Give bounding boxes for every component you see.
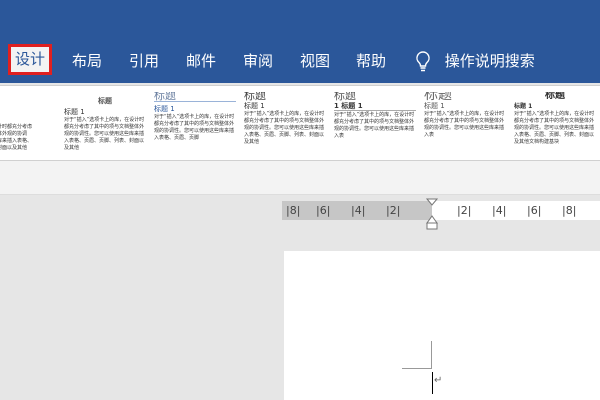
- tab-mailings[interactable]: 邮件: [186, 48, 216, 74]
- tab-review[interactable]: 审阅: [243, 48, 273, 74]
- style-set-1[interactable]: 标题标题 1 对于“插入”选项卡上的库，在设计时都充分考虑了其中的项与文档整体外观…: [64, 92, 146, 160]
- indent-marker-handle[interactable]: [426, 198, 438, 230]
- style-set-gallery: 选项卡上的库，在设计时都充分考虑了其中的项与文档整体外观的协调性。您可以使用这些…: [0, 85, 600, 161]
- style-set-6[interactable]: 标题标题 1 对于“插入”选项卡上的库，在设计时都充分考虑了其中的项与文档整体外观…: [514, 92, 596, 160]
- ruler-label: |2|: [457, 204, 472, 217]
- style-set-0[interactable]: 选项卡上的库，在设计时都充分考虑了其中的项与文档整体外观的协调性。您可以使用这些…: [0, 92, 34, 160]
- style-body: 对于“插入”选项卡上的库，在设计时都充分考虑了其中的项与文档整体外观的协调性。您…: [424, 111, 505, 138]
- style-set-5[interactable]: 标题 标题 1 对于“插入”选项卡上的库，在设计时都充分考虑了其中的项与文档整体外观…: [424, 92, 506, 160]
- search-tell-me[interactable]: 操作说明搜索: [414, 48, 535, 74]
- style-title: 标题: [424, 92, 452, 103]
- style-heading: 标题 1: [514, 103, 533, 110]
- search-label: 操作说明搜索: [444, 52, 535, 70]
- tab-view[interactable]: 视图: [300, 48, 330, 74]
- style-body: 对于“插入”选项卡上的库，在设计时都充分考虑了其中的项与文档整体外观的协调性。您…: [154, 114, 235, 141]
- margin-corner-mark: [431, 341, 432, 369]
- style-heading: 标题 1: [154, 105, 175, 113]
- tab-help[interactable]: 帮助: [356, 48, 386, 74]
- ruler-label: |6|: [316, 204, 331, 217]
- style-title: 标题: [154, 92, 236, 102]
- style-body: 对于“插入”选项卡上的库，在设计时都充分考虑了其中的项与文档整体外观的协调性。您…: [244, 111, 325, 145]
- style-title: 标题: [545, 92, 565, 101]
- ribbon-tabs-bar: 设计 布局 引用 邮件 审阅 视图 帮助 操作说明搜索: [0, 0, 600, 83]
- style-body: 对于“插入”选项卡上的库，在设计时都充分考虑了其中的项与文档整体外观的协调性。您…: [334, 112, 415, 139]
- style-title: 标题: [334, 92, 356, 102]
- tab-layout[interactable]: 布局: [72, 48, 102, 74]
- ruler-label: |8|: [286, 204, 301, 217]
- paragraph-mark: ↵: [434, 375, 443, 386]
- ruler-label: |8|: [562, 204, 577, 217]
- style-set-2[interactable]: 标题标题 1 对于“插入”选项卡上的库，在设计时都充分考虑了其中的项与文档整体外观…: [154, 92, 236, 160]
- style-body: 对于“插入”选项卡上的库，在设计时都充分考虑了其中的项与文档整体外观的协调性。您…: [514, 111, 595, 145]
- ribbon-empty-area: [0, 161, 600, 195]
- document-page[interactable]: ↵: [284, 251, 600, 400]
- style-title: 标题: [98, 97, 112, 105]
- ruler-label: |6|: [527, 204, 542, 217]
- style-heading: 标题 1: [244, 102, 265, 110]
- style-heading: 1 标题 1: [334, 103, 416, 111]
- ruler-label: |4|: [492, 204, 507, 217]
- ruler-label: |2|: [386, 204, 401, 217]
- ruler-label: |4|: [351, 204, 366, 217]
- style-heading: 标题 1: [64, 108, 85, 116]
- style-heading: 标题 1: [424, 102, 445, 110]
- style-body: 选项卡上的库，在设计时都充分考虑了其中的项与文档整体外观的协调性。您可以使用这些…: [0, 124, 33, 151]
- lightbulb-icon: [416, 50, 430, 71]
- text-cursor: [432, 372, 433, 394]
- tab-design[interactable]: 设计: [8, 44, 52, 75]
- style-set-4[interactable]: 标题 1 标题 1 对于“插入”选项卡上的库，在设计时都充分考虑了其中的项与文档整体…: [334, 92, 416, 160]
- style-set-3[interactable]: 标题 标题 1 对于“插入”选项卡上的库，在设计时都充分考虑了其中的项与文档整体外观…: [244, 92, 326, 160]
- style-body: 对于“插入”选项卡上的库，在设计时都充分考虑了其中的项与文档整体外观的协调性。您…: [64, 117, 145, 151]
- margin-corner-mark: [402, 368, 432, 369]
- tab-references[interactable]: 引用: [129, 48, 159, 74]
- style-title: 标题: [244, 92, 266, 102]
